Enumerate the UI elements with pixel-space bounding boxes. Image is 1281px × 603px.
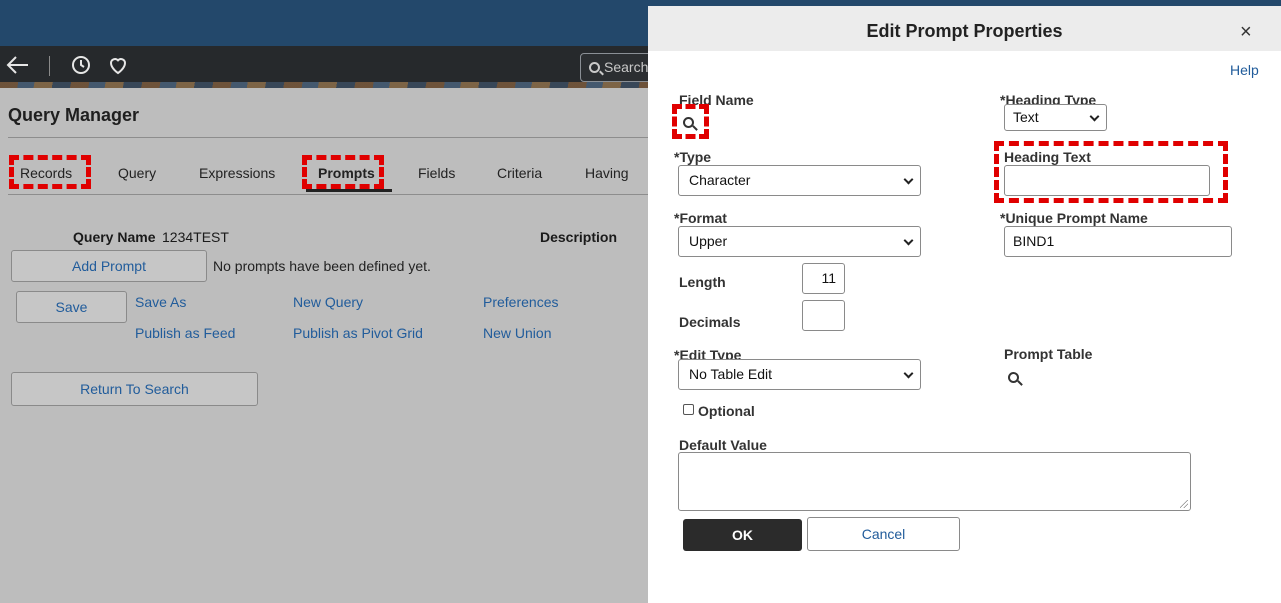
type-label: *Type [674,149,712,165]
title-divider [8,137,648,138]
unique-prompt-name-input[interactable]: BIND1 [1004,226,1232,257]
query-name-value: 1234TEST [162,229,229,245]
chevron-down-icon [1089,111,1100,122]
new-union-link[interactable]: New Union [483,325,551,341]
add-prompt-button[interactable]: Add Prompt [11,250,207,282]
highlight-prompts-tab [302,155,384,189]
optional-checkbox[interactable] [683,404,694,415]
publish-as-pivot-grid-link[interactable]: Publish as Pivot Grid [293,325,423,341]
default-value-textarea[interactable] [678,452,1191,511]
close-icon[interactable]: × [1240,22,1252,42]
active-tab-indicator [306,189,392,192]
return-to-search-button[interactable]: Return To Search [11,372,258,406]
chevron-down-icon [903,235,914,246]
help-link[interactable]: Help [1230,62,1259,78]
tab-criteria[interactable]: Criteria [497,165,542,181]
highlight-field-name-lookup [672,104,709,139]
new-query-link[interactable]: New Query [293,294,363,310]
description-label: Description [540,229,618,245]
publish-as-feed-link[interactable]: Publish as Feed [135,325,235,341]
page-title: Query Manager [8,105,140,125]
nav-separator [49,56,50,76]
optional-label: Optional [698,403,755,419]
search-placeholder: Search [604,59,649,75]
type-value: Character [689,172,751,188]
length-input[interactable]: 11 [802,263,845,294]
format-select[interactable]: Upper [678,226,921,257]
prompt-table-lookup-icon[interactable] [1008,372,1023,386]
save-as-link[interactable]: Save As [135,294,186,310]
chevron-down-icon [903,174,914,185]
format-value: Upper [689,233,728,249]
preferences-link[interactable]: Preferences [483,294,558,310]
query-name-label: Query Name [73,229,156,245]
favorite-heart-icon[interactable] [106,53,130,82]
format-label: *Format [674,210,727,226]
decimals-label: Decimals [679,314,741,330]
highlight-records-tab [9,155,91,189]
resize-grip-icon[interactable] [1180,500,1188,508]
back-arrow-icon[interactable] [6,53,30,82]
cancel-button[interactable]: Cancel [807,517,960,551]
highlight-heading-text [994,141,1228,203]
heading-type-select[interactable]: Text [1004,104,1107,131]
decimals-input[interactable] [802,300,845,331]
dialog-header: Edit Prompt Properties × [648,6,1281,51]
unique-prompt-name-label: *Unique Prompt Name [1000,210,1148,226]
edit-type-value: No Table Edit [689,366,773,382]
tabs-divider [8,194,648,195]
chevron-down-icon [903,368,914,379]
dialog-title: Edit Prompt Properties [866,21,1063,41]
edit-type-select[interactable]: No Table Edit [678,359,921,390]
history-icon[interactable] [69,53,93,82]
default-value-label: Default Value [679,437,767,453]
heading-type-value: Text [1013,109,1039,125]
tab-expressions[interactable]: Expressions [199,165,275,181]
length-label: Length [679,274,726,290]
ok-button[interactable]: OK [683,519,802,551]
search-icon [589,62,600,73]
tab-having[interactable]: Having [585,165,629,181]
tab-fields[interactable]: Fields [418,165,455,181]
save-button[interactable]: Save [16,291,127,323]
prompt-table-label: Prompt Table [1004,346,1093,362]
no-prompts-message: No prompts have been defined yet. [213,258,431,274]
tab-query[interactable]: Query [118,165,156,181]
type-select[interactable]: Character [678,165,921,196]
